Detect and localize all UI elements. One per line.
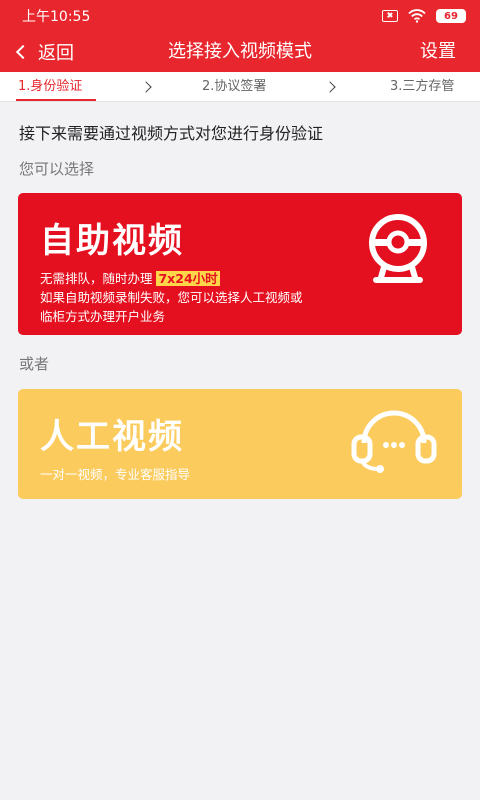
back-label: 返回 <box>38 43 74 64</box>
or-label: 或者 <box>19 355 50 373</box>
self-video-card[interactable]: 自助视频 无需排队，随时办理 7x24小时 如果自助视频录制失败，您可以选择人工… <box>18 193 462 335</box>
self-video-line3: 临柜方式办理开户业务 <box>40 309 166 324</box>
service-hours-badge: 7x24小时 <box>156 271 220 286</box>
headset-icon <box>351 410 437 473</box>
no-sim-icon <box>382 10 398 22</box>
webcam-icon <box>369 214 427 283</box>
manual-video-desc: 一对一视频，专业客服指导 <box>40 467 191 482</box>
step-depository[interactable]: 3.三方存管 <box>390 72 454 102</box>
active-step-underline <box>16 99 96 101</box>
chevron-right-icon <box>324 81 336 93</box>
status-time: 上午10:55 <box>22 9 91 25</box>
status-icons: 69 <box>382 9 466 23</box>
self-video-line2: 如果自助视频录制失败，您可以选择人工视频或 <box>40 290 303 305</box>
status-bar: 上午10:55 69 <box>0 0 480 32</box>
settings-button[interactable]: 设置 <box>420 32 456 72</box>
manual-video-card[interactable]: 人工视频 一对一视频，专业客服指导 <box>18 389 462 499</box>
chevron-right-icon <box>140 81 152 93</box>
wifi-icon <box>408 9 426 23</box>
step-agreement[interactable]: 2.协议签署 <box>202 72 266 102</box>
battery-indicator: 69 <box>436 9 466 23</box>
manual-video-title: 人工视频 <box>40 417 184 457</box>
back-button[interactable]: 返回 <box>14 32 74 72</box>
top-bar: 上午10:55 69 返回 选择接入视频模式 设置 <box>0 0 480 72</box>
step-identity[interactable]: 1.身份验证 <box>18 72 82 102</box>
self-video-line1: 无需排队，随时办理 7x24小时 <box>40 271 220 286</box>
self-video-title: 自助视频 <box>40 221 184 261</box>
self-video-desc: 无需排队，随时办理 7x24小时 如果自助视频录制失败，您可以选择人工视频或 临… <box>40 269 303 326</box>
chevron-left-icon <box>15 44 31 60</box>
nav-bar: 返回 选择接入视频模式 设置 <box>0 32 480 72</box>
choose-hint: 您可以选择 <box>19 160 95 178</box>
step-indicator: 1.身份验证 2.协议签署 3.三方存管 <box>0 72 480 102</box>
intro-text: 接下来需要通过视频方式对您进行身份验证 <box>19 124 324 143</box>
